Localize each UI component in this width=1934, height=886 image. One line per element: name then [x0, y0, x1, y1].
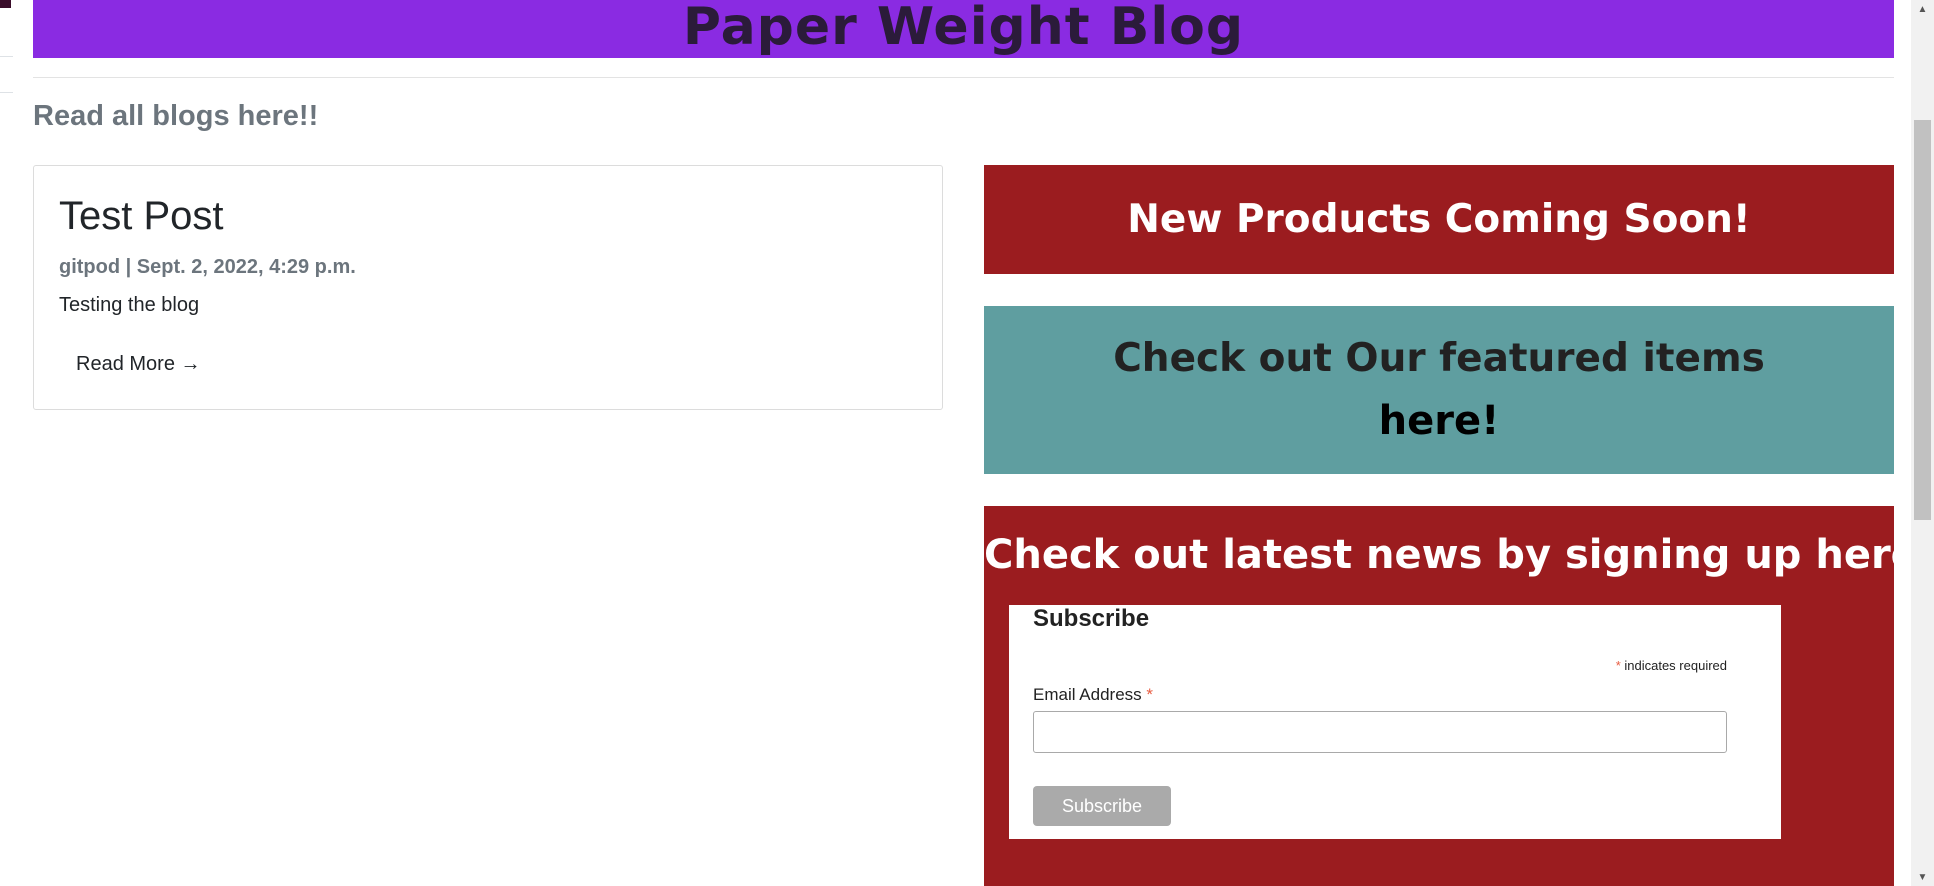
email-input[interactable]: [1033, 711, 1727, 753]
required-asterisk: *: [1615, 658, 1621, 673]
subscribe-button[interactable]: Subscribe: [1033, 786, 1171, 826]
scrollbar-thumb[interactable]: [1914, 120, 1931, 520]
required-note: * indicates required: [1616, 658, 1727, 673]
header-divider: [33, 77, 1894, 78]
post-meta: gitpod | Sept. 2, 2022, 4:29 p.m.: [59, 256, 356, 278]
scroll-up-icon[interactable]: ▲: [1911, 0, 1934, 18]
newsletter-heading: Check out latest news by signing up here…: [984, 532, 1934, 578]
subscribe-heading: Subscribe: [1033, 605, 1150, 632]
newsletter-promo: Check out latest news by signing up here…: [984, 506, 1934, 886]
email-label-text: Email Address: [1033, 685, 1142, 704]
site-title[interactable]: Paper Weight Blog: [683, 1, 1244, 53]
blog-subheading: Read all blogs here!!: [33, 100, 319, 132]
new-products-promo: New Products Coming Soon!: [984, 165, 1894, 274]
left-edge-divider: [0, 56, 13, 57]
email-required-asterisk: *: [1146, 685, 1154, 704]
email-label: Email Address *: [1033, 685, 1153, 705]
left-edge-divider: [0, 92, 13, 93]
featured-items-promo: Check out Our featured items here!: [984, 306, 1894, 474]
read-more-link[interactable]: Read More →: [76, 353, 201, 376]
left-edge-mark: [0, 0, 11, 8]
post-card: Test Post gitpod | Sept. 2, 2022, 4:29 p…: [33, 165, 943, 410]
featured-items-link[interactable]: here!: [1379, 390, 1500, 452]
subscribe-form: Subscribe * indicates required Email Add…: [1009, 605, 1781, 839]
featured-items-text: Check out Our featured items: [1113, 336, 1765, 381]
site-banner: Paper Weight Blog: [33, 0, 1894, 58]
new-products-text: New Products Coming Soon!: [1127, 197, 1751, 242]
required-note-text: indicates required: [1624, 658, 1727, 673]
post-title: Test Post: [59, 194, 224, 238]
post-excerpt: Testing the blog: [59, 294, 200, 316]
scroll-down-icon[interactable]: ▼: [1911, 868, 1934, 886]
